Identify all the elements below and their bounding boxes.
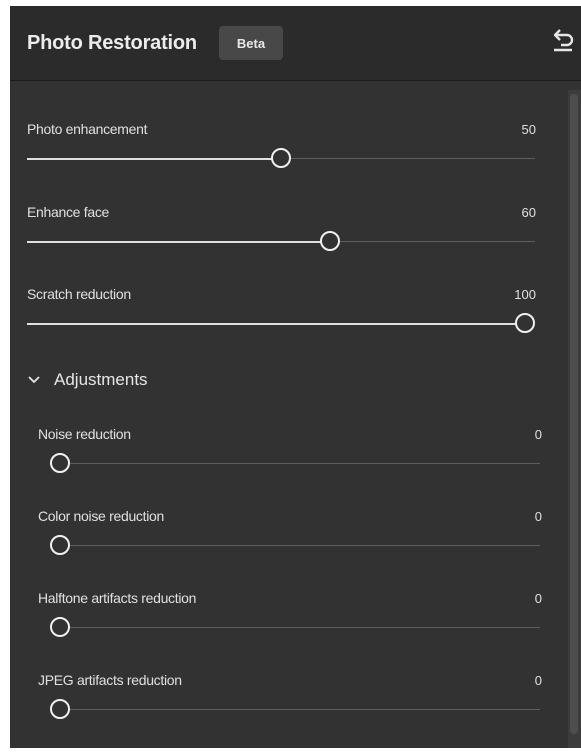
slider-value: 0 — [534, 509, 542, 524]
slider-track[interactable] — [50, 463, 540, 464]
slider-label: Noise reduction — [38, 426, 131, 442]
slider-fill — [27, 240, 330, 243]
scrollbar-thumb[interactable] — [570, 94, 578, 734]
slider-value: 0 — [534, 591, 542, 606]
slider-label: Scratch reduction — [27, 286, 131, 302]
slider-track[interactable] — [50, 627, 540, 628]
slider-value: 0 — [534, 673, 542, 688]
slider-knob[interactable] — [319, 231, 340, 251]
slider-knob[interactable] — [50, 617, 70, 637]
slider-fill — [27, 157, 281, 160]
undo-icon[interactable] — [549, 26, 577, 54]
slider-track[interactable] — [50, 709, 540, 710]
panel-title: Photo Restoration — [27, 32, 197, 54]
scrollbar[interactable] — [568, 90, 581, 748]
slider-value: 60 — [521, 205, 536, 220]
beta-badge: Beta — [219, 26, 283, 60]
slider-knob[interactable] — [50, 535, 70, 555]
chevron-down-icon — [28, 376, 40, 384]
slider-label: JPEG artifacts reduction — [38, 672, 182, 688]
slider-value: 100 — [514, 287, 536, 302]
adjustments-title: Adjustments — [54, 370, 148, 389]
slider-value: 50 — [521, 122, 536, 137]
slider-label: Color noise reduction — [38, 508, 164, 524]
slider-fill — [27, 322, 525, 325]
slider-value: 0 — [534, 427, 542, 442]
slider-track[interactable] — [50, 545, 540, 546]
slider-label: Halftone artifacts reduction — [38, 590, 197, 606]
slider-knob[interactable] — [50, 453, 70, 473]
photo-restoration-panel: Photo Restoration Beta Photo enhancement… — [10, 6, 581, 748]
undo-icon-svg — [553, 29, 574, 52]
slider-knob[interactable] — [50, 699, 70, 719]
slider-knob[interactable] — [271, 148, 291, 168]
slider-label: Photo enhancement — [27, 121, 148, 137]
slider-knob[interactable] — [515, 313, 535, 333]
panel-header: Photo Restoration Beta — [10, 6, 581, 81]
slider-label: Enhance face — [27, 204, 110, 220]
adjustments-section-toggle[interactable]: Adjustments — [27, 370, 148, 390]
